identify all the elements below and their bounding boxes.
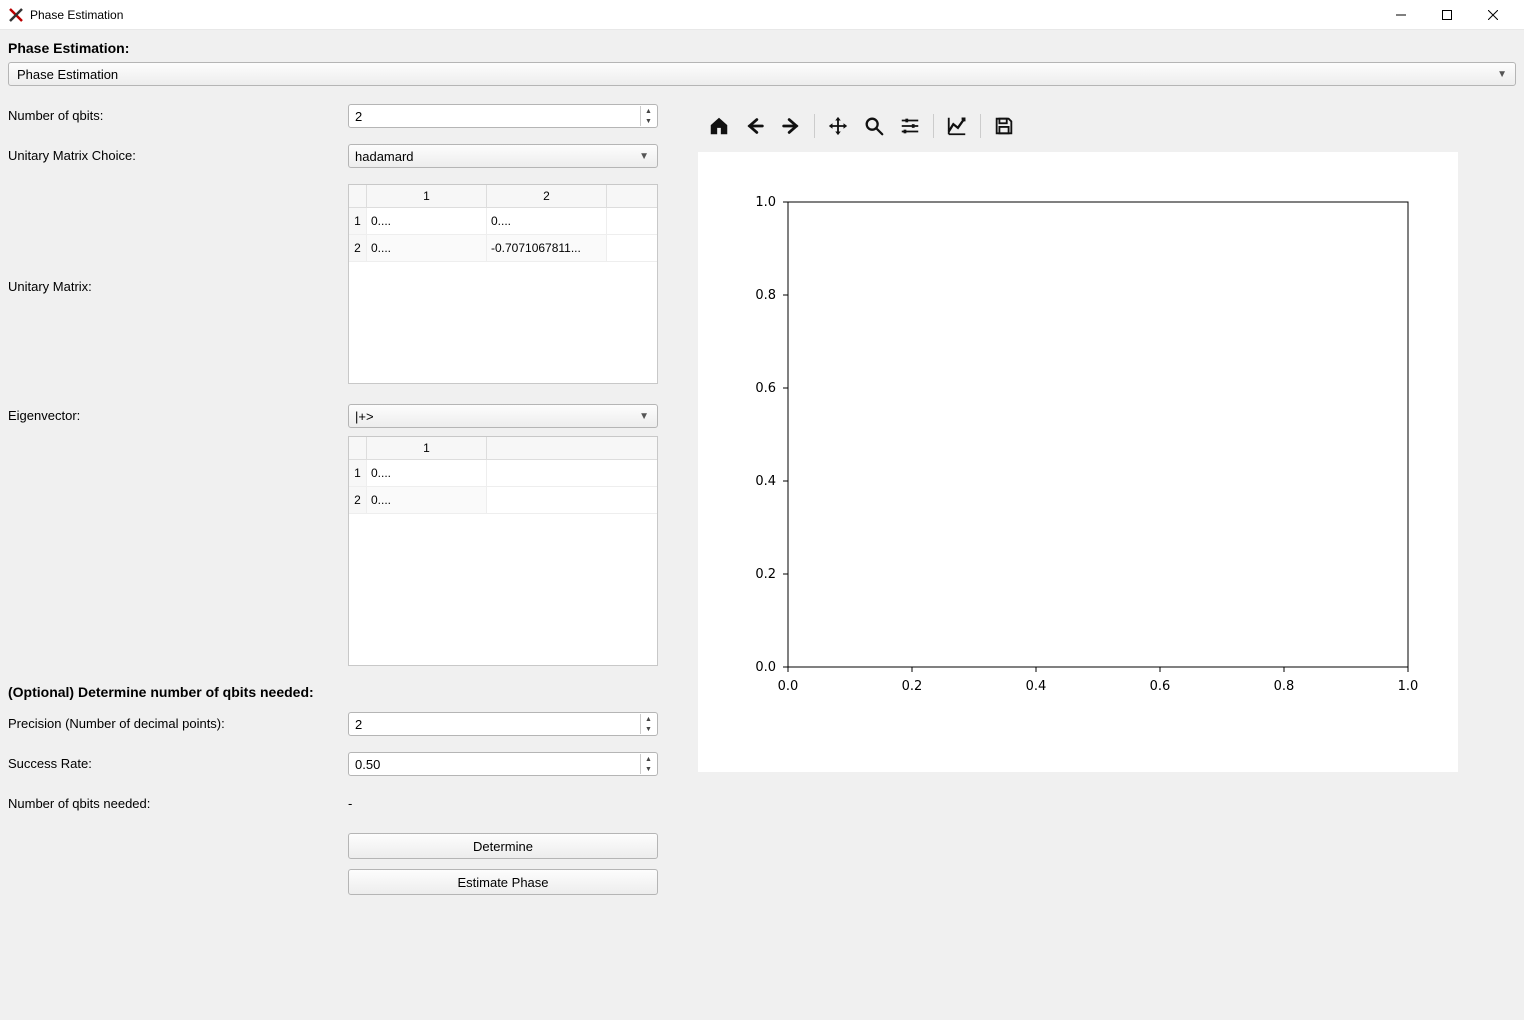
row-header: 1 (349, 460, 367, 486)
page-header: Phase Estimation: (8, 40, 1516, 56)
save-icon[interactable] (987, 110, 1021, 142)
titlebar: Phase Estimation (0, 0, 1524, 30)
maximize-button[interactable] (1424, 0, 1470, 30)
forward-icon[interactable] (774, 110, 808, 142)
precision-label: Precision (Number of decimal points): (8, 712, 348, 731)
toolbar-separator (980, 114, 981, 138)
close-button[interactable] (1470, 0, 1516, 30)
cell[interactable]: -0.7071067811... (487, 235, 607, 261)
svg-text:0.6: 0.6 (1150, 679, 1171, 694)
pan-icon[interactable] (821, 110, 855, 142)
cell[interactable]: 0.... (487, 208, 607, 234)
optional-section-label: (Optional) Determine number of qbits nee… (8, 684, 668, 700)
eigenvector-grid[interactable]: 1 1 0.... 2 0.... (348, 436, 658, 666)
unitary-matrix-label: Unitary Matrix: (8, 275, 348, 294)
spinner-up-icon[interactable]: ▲ (641, 754, 656, 764)
eigenvector-dropdown[interactable]: |+> ▼ (348, 404, 658, 428)
spinner-up-icon[interactable]: ▲ (641, 106, 656, 116)
spinner-down-icon[interactable]: ▼ (641, 116, 656, 126)
spinner-down-icon[interactable]: ▼ (641, 724, 656, 734)
svg-text:0.8: 0.8 (755, 288, 776, 303)
svg-text:0.4: 0.4 (755, 474, 776, 489)
col-header: 1 (367, 437, 487, 459)
qbits-needed-value: - (348, 792, 668, 811)
svg-text:0.0: 0.0 (755, 660, 776, 675)
algorithm-dropdown[interactable]: Phase Estimation ▼ (8, 62, 1516, 86)
content-area: Phase Estimation: Phase Estimation ▼ Num… (0, 30, 1524, 1020)
cell[interactable]: 0.... (367, 235, 487, 261)
x-axis-ticks: 0.0 0.2 0.4 0.6 0.8 1.0 (778, 667, 1419, 694)
chevron-down-icon: ▼ (1497, 69, 1507, 80)
cell[interactable]: 0.... (367, 487, 487, 513)
right-panel: 0.0 0.2 0.4 0.6 0.8 1.0 (698, 104, 1516, 905)
window-controls (1378, 0, 1516, 30)
chevron-down-icon: ▼ (639, 151, 649, 162)
edit-axes-icon[interactable] (940, 110, 974, 142)
toolbar-separator (814, 114, 815, 138)
eigenvector-label: Eigenvector: (8, 404, 348, 423)
unitary-choice-label: Unitary Matrix Choice: (8, 144, 348, 163)
svg-text:1.0: 1.0 (1398, 679, 1419, 694)
back-icon[interactable] (738, 110, 772, 142)
svg-text:0.2: 0.2 (755, 567, 776, 582)
svg-text:0.2: 0.2 (902, 679, 923, 694)
chevron-down-icon: ▼ (639, 411, 649, 422)
plot-canvas[interactable]: 0.0 0.2 0.4 0.6 0.8 1.0 (698, 152, 1458, 772)
configure-icon[interactable] (893, 110, 927, 142)
left-panel: Number of qbits: 2 ▲ ▼ Unitary Matrix Ch… (8, 104, 668, 905)
determine-button[interactable]: Determine (348, 833, 658, 859)
qbits-needed-label: Number of qbits needed: (8, 792, 348, 811)
spinner-up-icon[interactable]: ▲ (641, 714, 656, 724)
toolbar-separator (933, 114, 934, 138)
estimate-phase-button[interactable]: Estimate Phase (348, 869, 658, 895)
spinner-down-icon[interactable]: ▼ (641, 764, 656, 774)
algorithm-dropdown-value: Phase Estimation (17, 67, 118, 82)
y-axis-ticks: 0.0 0.2 0.4 0.6 0.8 1.0 (755, 195, 788, 675)
svg-text:0.8: 0.8 (1274, 679, 1295, 694)
row-header: 2 (349, 235, 367, 261)
row-header: 2 (349, 487, 367, 513)
home-icon[interactable] (702, 110, 736, 142)
app-icon (8, 7, 24, 23)
unitary-choice-dropdown[interactable]: hadamard ▼ (348, 144, 658, 168)
success-rate-input[interactable]: 0.50 ▲ ▼ (348, 752, 658, 776)
unitary-matrix-grid[interactable]: 1 2 1 0.... 0.... 2 0.... -0.7071067811.… (348, 184, 658, 384)
plot-toolbar (698, 104, 1516, 148)
success-rate-label: Success Rate: (8, 752, 348, 771)
num-qbits-input[interactable]: 2 ▲ ▼ (348, 104, 658, 128)
svg-text:0.0: 0.0 (778, 679, 799, 694)
num-qbits-label: Number of qbits: (8, 104, 348, 123)
cell[interactable]: 0.... (367, 208, 487, 234)
col-header: 1 (367, 185, 487, 207)
window-title: Phase Estimation (30, 8, 1378, 22)
svg-text:0.6: 0.6 (755, 381, 776, 396)
svg-text:1.0: 1.0 (755, 195, 776, 210)
row-header: 1 (349, 208, 367, 234)
cell[interactable]: 0.... (367, 460, 487, 486)
svg-text:0.4: 0.4 (1026, 679, 1047, 694)
minimize-button[interactable] (1378, 0, 1424, 30)
col-header: 2 (487, 185, 607, 207)
zoom-icon[interactable] (857, 110, 891, 142)
precision-input[interactable]: 2 ▲ ▼ (348, 712, 658, 736)
